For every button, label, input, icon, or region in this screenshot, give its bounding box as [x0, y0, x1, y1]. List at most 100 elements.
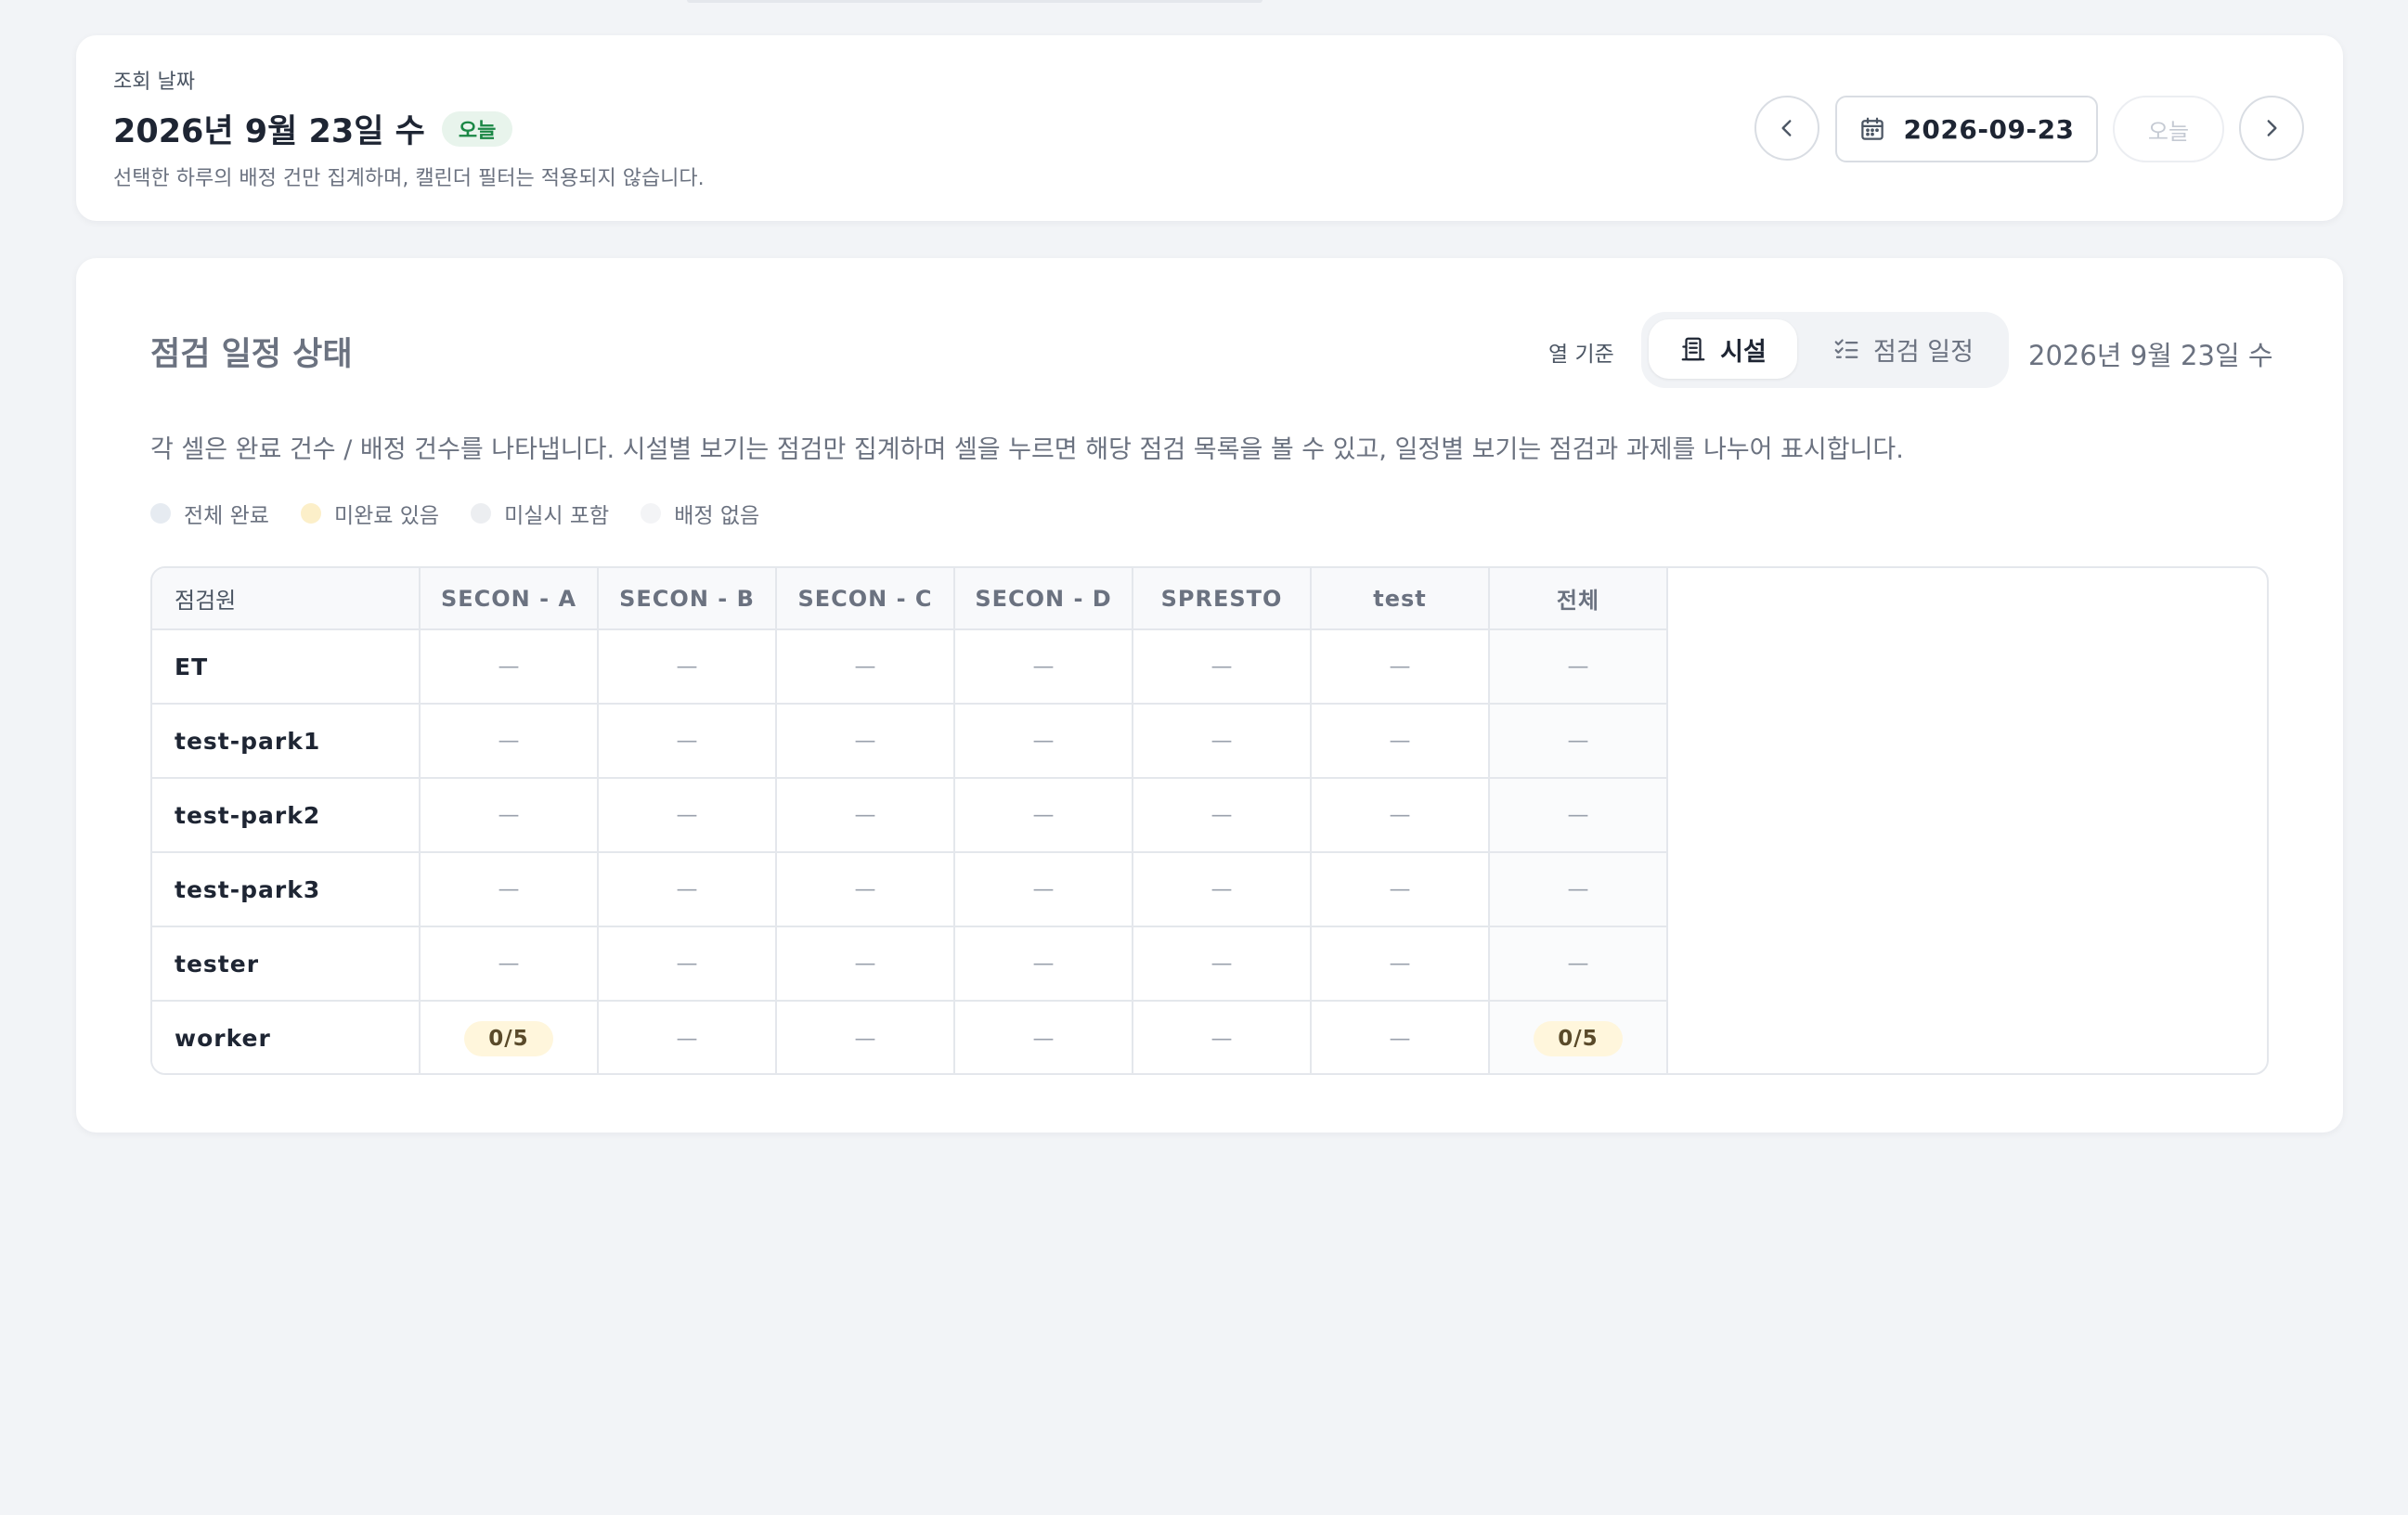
selected-date-title: 2026년 9월 23일 수 [113, 113, 425, 150]
table-row: test-park3 — — — — — — — [152, 852, 1668, 927]
column-header-facility: SECON - C [776, 568, 955, 630]
legend-label: 전체 완료 [184, 504, 269, 528]
total-cell: — [1489, 778, 1668, 853]
table-cell: — [1311, 926, 1490, 1002]
legend-dot [300, 503, 321, 524]
table-cell: — [954, 852, 1133, 927]
date-picker-button[interactable]: 2026-09-23 [1835, 96, 2098, 162]
status-date-text: 2026년 9월 23일 수 [2028, 340, 2273, 371]
toggle-schedule[interactable]: 점검 일정 [1810, 319, 1996, 379]
today-button[interactable]: 오늘 [2113, 96, 2224, 162]
status-table: 점검원 SECON - A SECON - B SECON - C SECON … [152, 568, 1668, 1073]
table-cell: — [954, 1001, 1133, 1073]
table-cell: — [598, 1001, 777, 1073]
toggle-facility-label: 시설 [1720, 337, 1767, 367]
table-cell: — [1311, 704, 1490, 779]
toggle-facility[interactable]: 시설 [1649, 319, 1797, 379]
table-cell: — [776, 629, 955, 705]
table-row: test-park2 — — — — — — — [152, 778, 1668, 853]
table-cell: — [598, 704, 777, 779]
inspector-name: ET [152, 629, 421, 705]
column-header-total: 전체 [1489, 568, 1668, 630]
table-cell: — [1133, 629, 1312, 705]
table-cell: — [776, 704, 955, 779]
table-cell: — [598, 926, 777, 1002]
column-basis-label: 열 기준 [1548, 343, 1614, 367]
table-cell: — [598, 778, 777, 853]
table-cell[interactable]: 0/5 [420, 1001, 599, 1073]
legend: 전체 완료 미완료 있음 미실시 포함 배정 없음 [150, 498, 791, 529]
completion-pill[interactable]: 0/5 [464, 1020, 553, 1056]
inspector-name: tester [152, 926, 421, 1002]
table-row: ET — — — — — — — [152, 629, 1668, 705]
table-cell: — [420, 778, 599, 853]
column-header-facility: SECON - A [420, 568, 599, 630]
table-cell: — [1311, 778, 1490, 853]
chevron-right-icon [2267, 120, 2277, 136]
date-label: 조회 날짜 [113, 71, 195, 94]
column-header-facility: test [1311, 568, 1490, 630]
status-card-title: 점검 일정 상태 [150, 336, 353, 373]
column-header-inspector: 점검원 [152, 568, 421, 630]
checklist-icon [1834, 339, 1858, 358]
legend-dot [150, 503, 171, 524]
table-cell: — [954, 778, 1133, 853]
building-icon [1681, 337, 1705, 361]
legend-dot [471, 503, 492, 524]
top-scroll-indicator [687, 0, 1262, 3]
total-cell: — [1489, 704, 1668, 779]
table-cell: — [420, 926, 599, 1002]
legend-label: 미실시 포함 [504, 504, 610, 528]
table-cell: — [598, 629, 777, 705]
table-cell: — [954, 926, 1133, 1002]
table-cell: — [420, 629, 599, 705]
inspector-name: test-park1 [152, 704, 421, 779]
inspector-name: test-park3 [152, 852, 421, 927]
previous-day-button[interactable] [1754, 96, 1819, 161]
total-cell: 0/5 [1489, 1001, 1668, 1073]
table-cell: — [776, 778, 955, 853]
table-cell: — [776, 926, 955, 1002]
inspector-name: test-park2 [152, 778, 421, 853]
inspection-status-card: 점검 일정 상태 열 기준 시설 점검 일정 2026년 9월 23일 수 각 … [76, 258, 2343, 1133]
status-description: 각 셀은 완료 건수 / 배정 건수를 나타냅니다. 시설별 보기는 점검만 집… [150, 435, 1904, 464]
table-cell: — [776, 1001, 955, 1073]
date-title-row: 2026년 9월 23일 수 오늘 [113, 105, 513, 152]
total-cell: — [1489, 629, 1668, 705]
table-cell: — [776, 852, 955, 927]
legend-dot [641, 503, 662, 524]
table-cell: — [954, 629, 1133, 705]
inspector-name: worker [152, 1001, 421, 1073]
table-row: test-park1 — — — — — — — [152, 704, 1668, 779]
table-cell: — [1133, 704, 1312, 779]
table-row: tester — — — — — — — [152, 926, 1668, 1002]
next-day-button[interactable] [2239, 96, 2304, 161]
status-table-container: 점검원 SECON - A SECON - B SECON - C SECON … [150, 566, 2269, 1075]
table-header-row: 점검원 SECON - A SECON - B SECON - C SECON … [152, 568, 1668, 630]
table-row: worker 0/5 — — — — — 0/5 [152, 1001, 1668, 1073]
table-cell: — [1133, 852, 1312, 927]
table-cell: — [954, 704, 1133, 779]
table-cell: — [1311, 852, 1490, 927]
column-header-facility: SPRESTO [1133, 568, 1312, 630]
column-basis-toggle: 시설 점검 일정 [1641, 312, 2009, 388]
date-description: 선택한 하루의 배정 건만 집계하며, 캘린더 필터는 적용되지 않습니다. [113, 167, 705, 190]
table-cell: — [598, 852, 777, 927]
column-header-facility: SECON - D [954, 568, 1133, 630]
total-cell: — [1489, 852, 1668, 927]
legend-item-no-assignment: 배정 없음 [641, 498, 759, 529]
table-cell: — [1133, 1001, 1312, 1073]
toggle-schedule-label: 점검 일정 [1873, 337, 1974, 367]
chevron-left-icon [1781, 120, 1792, 136]
total-cell: — [1489, 926, 1668, 1002]
calendar-icon [1861, 117, 1884, 140]
table-cell: — [1311, 629, 1490, 705]
table-cell: — [420, 704, 599, 779]
date-header-card: 조회 날짜 2026년 9월 23일 수 오늘 선택한 하루의 배정 건만 집계… [76, 35, 2343, 221]
table-cell: — [1133, 778, 1312, 853]
table-cell: — [420, 852, 599, 927]
legend-item-all-complete: 전체 완료 [150, 498, 269, 529]
legend-label: 배정 없음 [674, 504, 760, 528]
legend-label: 미완료 있음 [333, 504, 440, 528]
table-cell: — [1133, 926, 1312, 1002]
